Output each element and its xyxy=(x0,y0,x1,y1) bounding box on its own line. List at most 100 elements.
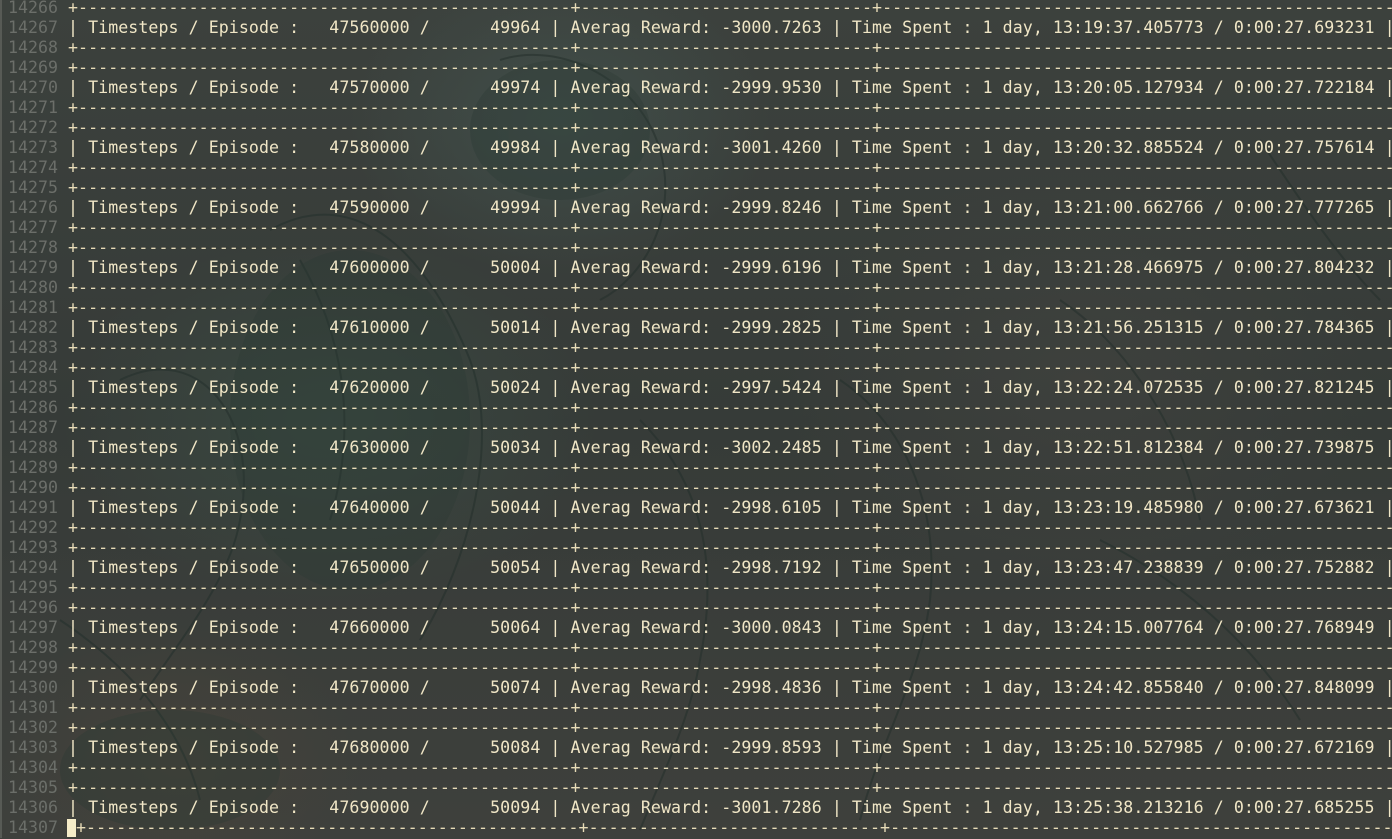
separator-text: +---------------------------------------… xyxy=(68,38,1392,57)
line-number: 14307 xyxy=(0,818,58,838)
separator-line[interactable]: 14287 +----------------------------------… xyxy=(0,418,1392,438)
line-number: 14272 xyxy=(0,118,58,138)
line-number: 14296 xyxy=(0,598,58,618)
terminal-window[interactable]: 14266 +----------------------------------… xyxy=(0,0,1392,839)
separator-text: +---------------------------------------… xyxy=(68,338,1392,357)
separator-line[interactable]: 14274 +----------------------------------… xyxy=(0,158,1392,178)
separator-line[interactable]: 14281 +----------------------------------… xyxy=(0,298,1392,318)
separator-line[interactable]: 14286 +----------------------------------… xyxy=(0,398,1392,418)
line-number: 14281 xyxy=(0,298,58,318)
separator-text: +---------------------------------------… xyxy=(68,298,1392,317)
separator-line[interactable]: 14301 +----------------------------------… xyxy=(0,698,1392,718)
line-number: 14266 xyxy=(0,0,58,18)
line-number: 14292 xyxy=(0,518,58,538)
log-line[interactable]: 14306 | Timesteps / Episode : 47690000 / … xyxy=(0,798,1392,818)
log-line[interactable]: 14276 | Timesteps / Episode : 47590000 / … xyxy=(0,198,1392,218)
separator-line[interactable]: 14277 +----------------------------------… xyxy=(0,218,1392,238)
log-text: | Timesteps / Episode : 47630000 / 50034… xyxy=(68,438,1392,457)
log-line[interactable]: 14270 | Timesteps / Episode : 47570000 / … xyxy=(0,78,1392,98)
separator-text: +---------------------------------------… xyxy=(68,718,1392,737)
cursor-line[interactable]: 14307 +----------------------------------… xyxy=(0,818,1392,838)
log-line[interactable]: 14294 | Timesteps / Episode : 47650000 / … xyxy=(0,558,1392,578)
line-number: 14278 xyxy=(0,238,58,258)
log-line[interactable]: 14300 | Timesteps / Episode : 47670000 / … xyxy=(0,678,1392,698)
separator-line[interactable]: 14280 +----------------------------------… xyxy=(0,278,1392,298)
line-number: 14277 xyxy=(0,218,58,238)
separator-text: +---------------------------------------… xyxy=(68,118,1392,137)
separator-line[interactable]: 14302 +----------------------------------… xyxy=(0,718,1392,738)
log-text: | Timesteps / Episode : 47620000 / 50024… xyxy=(68,378,1392,397)
log-line[interactable]: 14267 | Timesteps / Episode : 47560000 / … xyxy=(0,18,1392,38)
separator-text: +---------------------------------------… xyxy=(68,658,1392,677)
log-text: | Timesteps / Episode : 47690000 / 50094… xyxy=(68,798,1392,817)
log-line[interactable]: 14279 | Timesteps / Episode : 47600000 / … xyxy=(0,258,1392,278)
separator-line[interactable]: 14278 +----------------------------------… xyxy=(0,238,1392,258)
separator-text: +---------------------------------------… xyxy=(68,158,1392,177)
log-line[interactable]: 14297 | Timesteps / Episode : 47660000 / … xyxy=(0,618,1392,638)
separator-line[interactable]: 14271 +----------------------------------… xyxy=(0,98,1392,118)
separator-line[interactable]: 14305 +----------------------------------… xyxy=(0,778,1392,798)
separator-line[interactable]: 14275 +----------------------------------… xyxy=(0,178,1392,198)
line-number: 14285 xyxy=(0,378,58,398)
line-number: 14294 xyxy=(0,558,58,578)
separator-line[interactable]: 14295 +----------------------------------… xyxy=(0,578,1392,598)
separator-text: +---------------------------------------… xyxy=(68,778,1392,797)
line-number: 14273 xyxy=(0,138,58,158)
log-line[interactable]: 14291 | Timesteps / Episode : 47640000 / … xyxy=(0,498,1392,518)
line-number: 14282 xyxy=(0,318,58,338)
line-number: 14276 xyxy=(0,198,58,218)
line-number: 14302 xyxy=(0,718,58,738)
line-number: 14293 xyxy=(0,538,58,558)
separator-line[interactable]: 14289 +----------------------------------… xyxy=(0,458,1392,478)
log-text: | Timesteps / Episode : 47580000 / 49984… xyxy=(68,138,1392,157)
line-number: 14269 xyxy=(0,58,58,78)
line-number: 14279 xyxy=(0,258,58,278)
line-number: 14271 xyxy=(0,98,58,118)
separator-line[interactable]: 14292 +----------------------------------… xyxy=(0,518,1392,538)
separator-text: +---------------------------------------… xyxy=(68,638,1392,657)
separator-line[interactable]: 14299 +----------------------------------… xyxy=(0,658,1392,678)
separator-line[interactable]: 14293 +----------------------------------… xyxy=(0,538,1392,558)
log-line[interactable]: 14282 | Timesteps / Episode : 47610000 / … xyxy=(0,318,1392,338)
log-line[interactable]: 14303 | Timesteps / Episode : 47680000 / … xyxy=(0,738,1392,758)
line-number: 14270 xyxy=(0,78,58,98)
log-text: | Timesteps / Episode : 47670000 / 50074… xyxy=(68,678,1392,697)
separator-text: +---------------------------------------… xyxy=(68,758,1392,777)
separator-line[interactable]: 14272 +----------------------------------… xyxy=(0,118,1392,138)
separator-text: +---------------------------------------… xyxy=(76,818,1392,837)
line-number: 14299 xyxy=(0,658,58,678)
separator-text: +---------------------------------------… xyxy=(68,218,1392,237)
line-number: 14305 xyxy=(0,778,58,798)
line-number: 14295 xyxy=(0,578,58,598)
separator-line[interactable]: 14269 +----------------------------------… xyxy=(0,58,1392,78)
separator-line[interactable]: 14290 +----------------------------------… xyxy=(0,478,1392,498)
line-number: 14291 xyxy=(0,498,58,518)
text-editor-buffer[interactable]: 14266 +----------------------------------… xyxy=(0,0,1392,838)
separator-line[interactable]: 14304 +----------------------------------… xyxy=(0,758,1392,778)
log-text: | Timesteps / Episode : 47590000 / 49994… xyxy=(68,198,1392,217)
separator-line[interactable]: 14298 +----------------------------------… xyxy=(0,638,1392,658)
separator-text: +---------------------------------------… xyxy=(68,458,1392,477)
line-number: 14280 xyxy=(0,278,58,298)
separator-line[interactable]: 14268 +----------------------------------… xyxy=(0,38,1392,58)
line-number: 14283 xyxy=(0,338,58,358)
line-number: 14306 xyxy=(0,798,58,818)
separator-line[interactable]: 14283 +----------------------------------… xyxy=(0,338,1392,358)
separator-line[interactable]: 14296 +----------------------------------… xyxy=(0,598,1392,618)
line-number: 14267 xyxy=(0,18,58,38)
log-text: | Timesteps / Episode : 47660000 / 50064… xyxy=(68,618,1392,637)
log-line[interactable]: 14285 | Timesteps / Episode : 47620000 / … xyxy=(0,378,1392,398)
separator-line[interactable]: 14284 +----------------------------------… xyxy=(0,358,1392,378)
separator-text: +---------------------------------------… xyxy=(68,238,1392,257)
log-text: | Timesteps / Episode : 47680000 / 50084… xyxy=(68,738,1392,757)
line-number: 14268 xyxy=(0,38,58,58)
separator-text: +---------------------------------------… xyxy=(58,818,1392,838)
separator-line[interactable]: 14266 +----------------------------------… xyxy=(0,0,1392,18)
separator-text: +---------------------------------------… xyxy=(68,0,1392,17)
log-line[interactable]: 14273 | Timesteps / Episode : 47580000 / … xyxy=(0,138,1392,158)
log-line[interactable]: 14288 | Timesteps / Episode : 47630000 / … xyxy=(0,438,1392,458)
separator-text: +---------------------------------------… xyxy=(68,478,1392,497)
line-number: 14274 xyxy=(0,158,58,178)
separator-text: +---------------------------------------… xyxy=(68,58,1392,77)
log-text: | Timesteps / Episode : 47610000 / 50014… xyxy=(68,318,1392,337)
